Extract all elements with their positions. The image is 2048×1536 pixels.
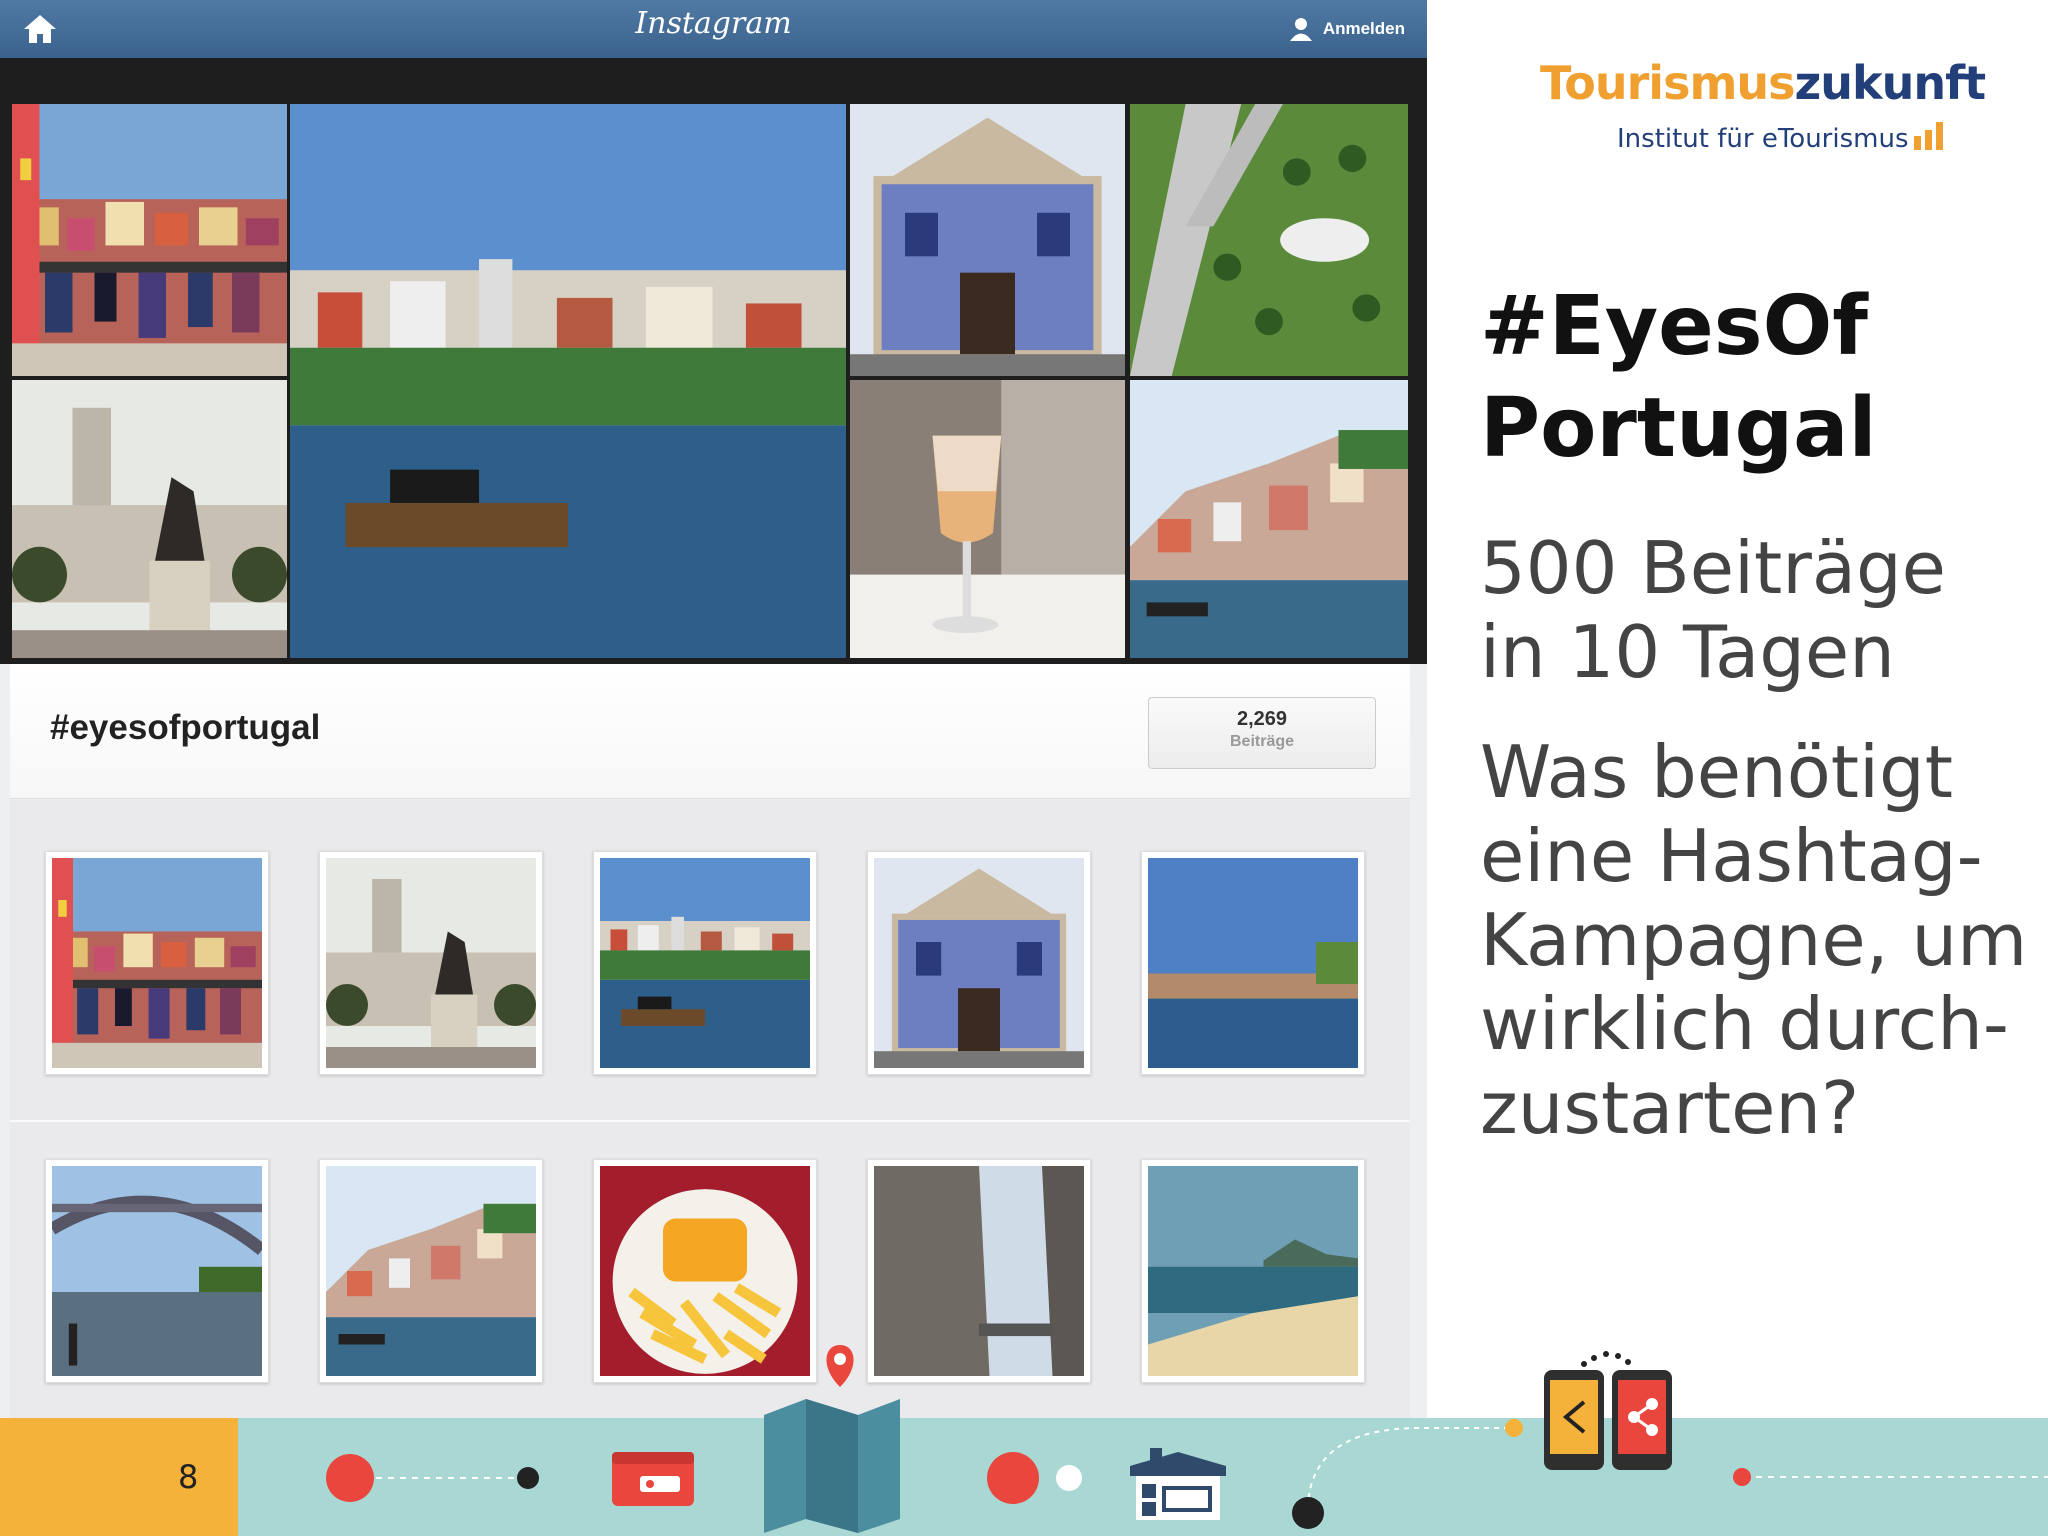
brand-name-part1: Tourismus [1540,56,1796,110]
stat-line: 500 Beiträge [1480,526,1946,610]
grid-thumbnail[interactable] [319,851,543,1075]
question-line: Was benötigt [1480,730,1953,814]
post-count-label: Beiträge [1229,733,1295,750]
instagram-top-bar: Instagram Anmelden [0,0,1427,59]
instagram-logo: Instagram [635,6,792,41]
slide-title: #EyesOf Portugal [1480,276,1877,480]
title-line: Portugal [1480,381,1877,476]
share-icon [1544,1351,1672,1470]
mosaic-photo[interactable] [1130,104,1408,376]
slide-footer: 8 [0,1345,2048,1536]
wallet-icon [612,1452,694,1506]
page-number: 8 [178,1458,199,1496]
grid-thumbnail[interactable] [867,851,1091,1075]
photo-grid [10,800,1410,1418]
brand-logo: Tourismuszukunft [1540,56,1987,110]
instagram-screenshot: Instagram Anmelden #eyesofportugal 2,269… [0,0,1427,1418]
grid-thumbnail[interactable] [45,1159,269,1383]
hashtag-title: #eyesofportugal [50,708,321,747]
hashtag-header: #eyesofportugal 2,269 Beiträge [10,664,1410,799]
mosaic-photo[interactable] [850,104,1125,376]
signal-bars-icon [1914,122,1943,150]
stat-text: 500 Beiträge in 10 Tagen [1480,526,1946,694]
title-line: #EyesOf [1480,279,1868,374]
photo-mosaic [0,58,1427,664]
question-line: wirklich durch- [1480,982,2009,1066]
mosaic-photo-large[interactable] [290,104,846,658]
slide-text-panel: Tourismuszukunft Institut für eTourismus… [1427,0,2048,1418]
user-icon [1289,18,1312,41]
brand-name-part2: zukunft [1794,56,1987,110]
mosaic-photo[interactable] [12,380,287,658]
mosaic-photo[interactable] [1130,380,1408,658]
grid-thumbnail[interactable] [1141,1159,1365,1383]
post-count: 2,269 [1236,708,1288,730]
grid-thumbnail[interactable] [319,1159,543,1383]
mosaic-photo[interactable] [850,380,1125,658]
question-line: zustarten? [1480,1066,1860,1150]
login-button[interactable]: Anmelden [1289,12,1405,46]
grid-thumbnail[interactable] [1141,851,1365,1075]
dotted-path-graphic [326,1454,539,1502]
dotted-curve-graphic [1292,1419,1523,1529]
row-divider [10,1120,1410,1122]
dots-graphic [987,1452,1082,1504]
page-number-box: 8 [0,1418,238,1536]
question-text: Was benötigt eine Hashtag- Kampagne, um … [1480,730,2027,1150]
house-icon [1130,1448,1226,1520]
question-line: Kampagne, um [1480,898,2028,982]
mosaic-photo[interactable] [12,104,287,376]
dotted-line-graphic [1733,1468,2048,1486]
map-icon [764,1345,900,1533]
brand-subtitle: Institut für eTourismus [1617,124,1909,154]
question-line: eine Hashtag- [1480,814,1983,898]
grid-thumbnail[interactable] [45,851,269,1075]
stat-line: in 10 Tagen [1480,610,1895,694]
post-count-badge[interactable]: 2,269 Beiträge [1148,697,1376,769]
login-label: Anmelden [1322,19,1405,38]
grid-thumbnail[interactable] [593,851,817,1075]
